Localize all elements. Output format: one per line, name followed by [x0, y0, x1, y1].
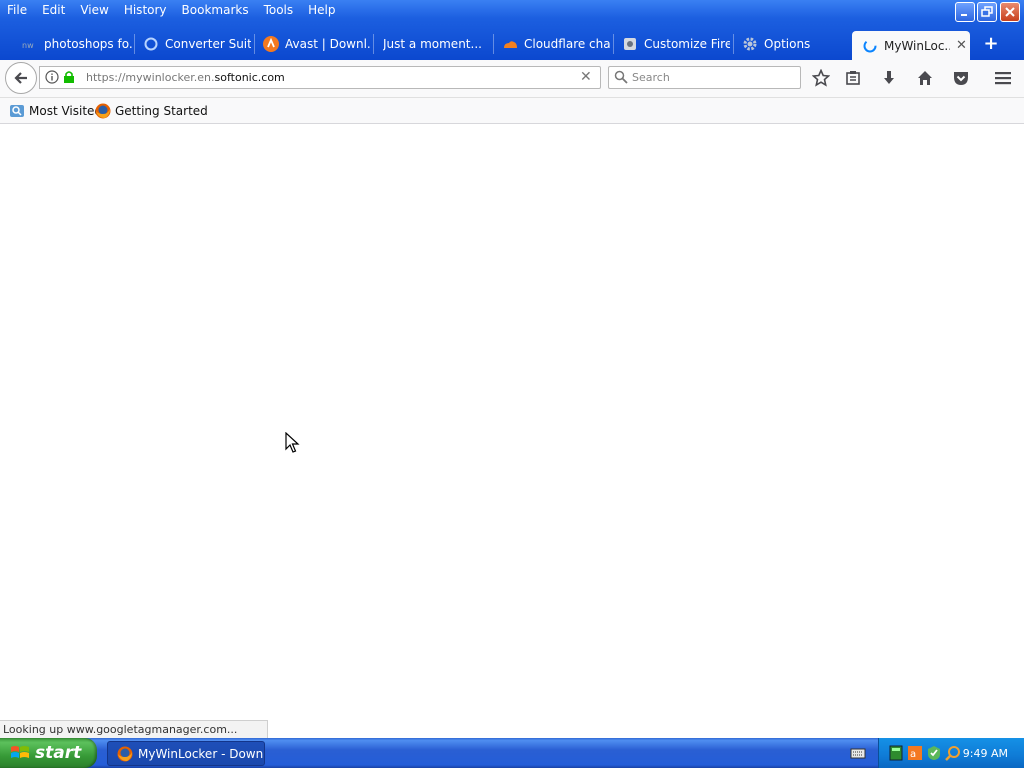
- minimize-icon: [961, 14, 967, 16]
- reading-list-icon[interactable]: [844, 69, 862, 87]
- start-button[interactable]: start: [0, 738, 97, 768]
- url-bar[interactable]: https://mywinlocker.en.softonic.com ✕: [39, 66, 601, 89]
- svg-text:a: a: [910, 749, 916, 760]
- tab-label: Customize Fire...: [644, 37, 730, 51]
- most-visited-icon: [9, 103, 25, 119]
- tab-photoshops[interactable]: nw photoshops fo...: [22, 31, 132, 57]
- bookmark-most-visited[interactable]: Most Visited: [9, 101, 102, 121]
- tab-label: photoshops fo...: [44, 37, 132, 51]
- tab-just-a-moment[interactable]: Just a moment...: [383, 31, 491, 57]
- new-tab-button[interactable]: +: [982, 33, 1000, 54]
- tray-app-icon[interactable]: [889, 745, 903, 761]
- pocket-icon[interactable]: [952, 69, 970, 87]
- security-tray-icon[interactable]: [926, 745, 942, 761]
- start-label: start: [35, 743, 82, 763]
- back-button[interactable]: [5, 62, 37, 94]
- menu-help[interactable]: Help: [301, 0, 343, 22]
- info-icon[interactable]: [45, 70, 59, 87]
- menu-bookmarks[interactable]: Bookmarks: [175, 0, 257, 22]
- tab-label: Just a moment...: [383, 37, 482, 51]
- clock[interactable]: 9:49 AM: [963, 747, 1008, 760]
- tab-avast[interactable]: Avast | Downl...: [263, 31, 371, 57]
- minimize-button[interactable]: [955, 2, 975, 22]
- download-icon[interactable]: [880, 69, 898, 87]
- avast-icon: [263, 36, 279, 52]
- cloudflare-icon: [502, 36, 518, 52]
- keyboard-icon[interactable]: [850, 746, 866, 763]
- menu-history[interactable]: History: [117, 0, 175, 22]
- menu-file[interactable]: File: [0, 0, 35, 22]
- url-text: https://mywinlocker.en.softonic.com: [86, 71, 285, 84]
- hamburger-menu-icon[interactable]: [994, 69, 1012, 87]
- menu-view[interactable]: View: [73, 0, 116, 22]
- windows-logo-icon: [10, 744, 30, 762]
- search-tray-icon[interactable]: [945, 745, 961, 761]
- menu-tools[interactable]: Tools: [257, 0, 302, 22]
- system-tray: a 9:49 AM: [878, 738, 1024, 768]
- svg-text:nw: nw: [22, 41, 34, 49]
- converter-icon: [143, 36, 159, 52]
- tab-label: Options: [764, 37, 811, 51]
- page-content[interactable]: [0, 124, 1024, 738]
- close-window-button[interactable]: [1000, 2, 1020, 22]
- tab-converter-suite[interactable]: Converter Suit...: [143, 31, 251, 57]
- bookmark-getting-started[interactable]: Getting Started: [95, 101, 208, 121]
- restore-button[interactable]: [977, 2, 997, 22]
- mouse-cursor-icon: [285, 432, 300, 453]
- gear-icon: [742, 36, 758, 52]
- bookmark-star-icon[interactable]: [812, 69, 830, 87]
- tab-cloudflare[interactable]: Cloudflare cha...: [502, 31, 610, 57]
- taskbar-item-label: MyWinLocker - Downl...: [138, 746, 265, 761]
- firefox-icon: [95, 103, 111, 119]
- avast-tray-icon[interactable]: a: [907, 745, 923, 761]
- site-icon: nw: [22, 36, 38, 52]
- stop-icon[interactable]: ✕: [580, 69, 592, 85]
- tab-options[interactable]: Options: [742, 31, 842, 57]
- search-placeholder: Search: [632, 71, 670, 84]
- lock-icon: [63, 70, 75, 87]
- taskbar-item-firefox[interactable]: MyWinLocker - Downl...: [107, 741, 265, 766]
- tab-label: Cloudflare cha...: [524, 37, 610, 51]
- tab-label: Converter Suit...: [165, 37, 251, 51]
- search-icon: [614, 70, 628, 87]
- home-icon[interactable]: [916, 69, 934, 87]
- back-arrow-icon: [14, 72, 27, 84]
- status-panel: Looking up www.googletagmanager.com...: [0, 720, 268, 738]
- bookmark-label: Most Visited: [29, 104, 103, 118]
- search-input[interactable]: Search: [608, 66, 801, 89]
- firefox-icon: [117, 746, 133, 762]
- bookmark-label: Getting Started: [115, 104, 208, 118]
- close-icon: [1005, 7, 1015, 17]
- tab-label: Avast | Downl...: [285, 37, 371, 51]
- bookmarks-toolbar: Most Visited Getting Started: [0, 98, 1024, 124]
- tab-label: MyWinLoc...: [884, 38, 950, 53]
- tab-customize-firefox[interactable]: Customize Fire...: [622, 31, 730, 57]
- menu-bar: File Edit View History Bookmarks Tools H…: [0, 0, 940, 22]
- menu-edit[interactable]: Edit: [35, 0, 73, 22]
- close-tab-icon[interactable]: ✕: [956, 38, 967, 53]
- restore-icon: [981, 6, 993, 17]
- tab-mywinlocker-active[interactable]: MyWinLoc... ✕: [852, 31, 970, 60]
- customize-icon: [622, 36, 638, 52]
- loading-icon: [862, 38, 878, 54]
